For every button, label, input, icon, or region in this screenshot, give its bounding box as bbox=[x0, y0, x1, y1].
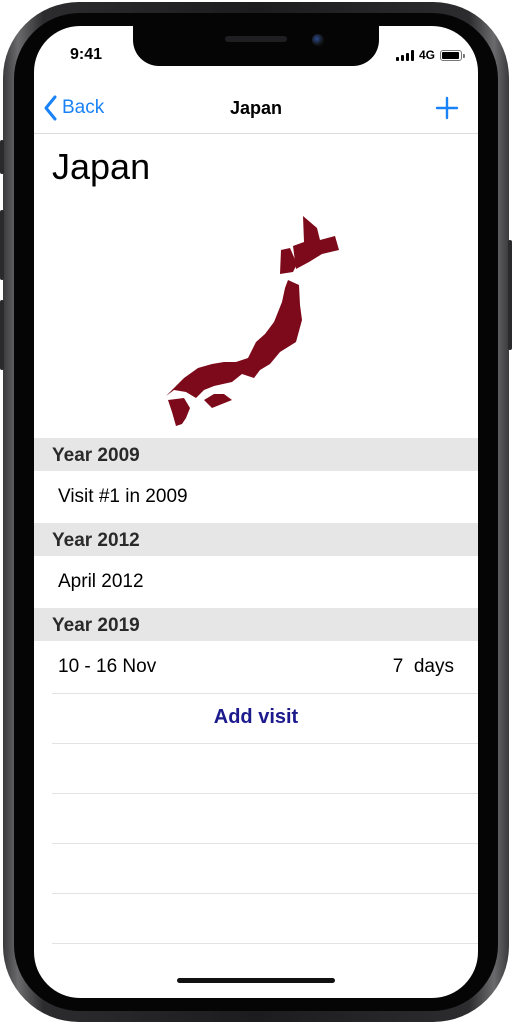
section-header-label: Year 2009 bbox=[52, 445, 140, 466]
section-header-2019: Year 2019 bbox=[34, 608, 478, 641]
plus-icon bbox=[435, 96, 459, 120]
row-divider bbox=[52, 893, 478, 894]
signal-icon bbox=[395, 49, 414, 61]
visit-duration: 7 days bbox=[392, 656, 454, 677]
volume-up-button bbox=[0, 210, 4, 280]
page-title: Japan bbox=[52, 146, 151, 187]
page: 9:41 4G Back Japan Japan Year 2009 Visit… bbox=[0, 0, 512, 1024]
screen: 9:41 4G Back Japan Japan Year 2009 Visit… bbox=[34, 26, 478, 998]
status-indicators: 4G bbox=[395, 48, 465, 62]
network-label: 4G bbox=[418, 48, 435, 62]
japan-map bbox=[166, 216, 339, 426]
speaker bbox=[225, 36, 287, 42]
section-header-label: Year 2012 bbox=[52, 530, 140, 551]
section-header-2009: Year 2009 bbox=[34, 438, 478, 471]
camera-icon bbox=[312, 34, 324, 46]
battery-icon bbox=[440, 49, 465, 61]
notch bbox=[133, 26, 379, 66]
nav-title: Japan bbox=[229, 98, 283, 118]
add-button[interactable] bbox=[434, 95, 460, 126]
volume-down-button bbox=[0, 300, 4, 370]
add-visit-button[interactable]: Add visit bbox=[34, 706, 478, 729]
power-button bbox=[508, 240, 512, 350]
visit-row[interactable]: April 2012 bbox=[34, 556, 478, 608]
mute-switch bbox=[0, 140, 4, 174]
status-time: 9:41 bbox=[70, 46, 103, 63]
row-divider bbox=[52, 843, 478, 844]
visit-row[interactable]: 10 - 16 Nov 7 days bbox=[34, 641, 478, 693]
row-divider bbox=[52, 693, 478, 694]
row-divider bbox=[52, 743, 478, 744]
visit-label: 10 - 16 Nov bbox=[58, 656, 157, 677]
section-header-2012: Year 2012 bbox=[34, 523, 478, 556]
visit-row[interactable]: Visit #1 in 2009 bbox=[34, 471, 478, 523]
visit-label: April 2012 bbox=[58, 571, 144, 592]
home-indicator[interactable] bbox=[177, 978, 335, 983]
section-header-label: Year 2019 bbox=[52, 615, 140, 636]
navigation-bar: Back Japan bbox=[34, 90, 478, 134]
visit-label: Visit #1 in 2009 bbox=[58, 486, 188, 507]
row-divider bbox=[52, 943, 478, 944]
row-divider bbox=[52, 793, 478, 794]
